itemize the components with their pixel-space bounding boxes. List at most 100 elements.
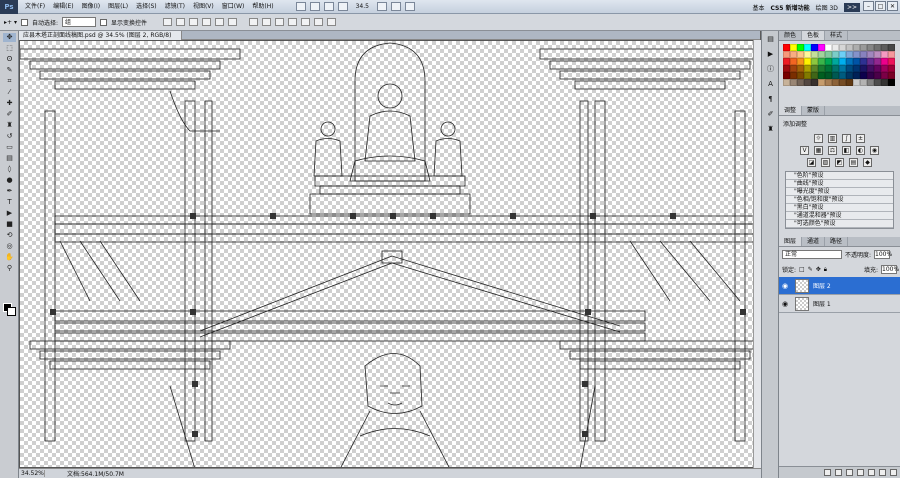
color-swatch[interactable]	[790, 51, 797, 58]
vertical-scrollbar[interactable]	[753, 40, 761, 468]
distribute-top-icon[interactable]	[249, 18, 259, 26]
3d-orbit-tool-icon[interactable]: ◎	[3, 242, 16, 251]
color-swatch[interactable]	[818, 79, 825, 86]
lock-transparent-icon[interactable]: □	[799, 266, 805, 273]
color-swatch[interactable]	[783, 79, 790, 86]
eye-icon[interactable]: ◉	[779, 282, 791, 290]
gradient-map-icon[interactable]: ▤	[849, 158, 858, 167]
menu-layer[interactable]: 图层(L)	[104, 0, 132, 14]
color-swatch[interactable]	[811, 65, 818, 72]
color-swatch[interactable]	[797, 51, 804, 58]
color-swatch[interactable]	[846, 51, 853, 58]
menu-image[interactable]: 图像(I)	[78, 0, 104, 14]
color-swatch[interactable]	[797, 44, 804, 51]
color-swatch[interactable]	[867, 51, 874, 58]
fill-input[interactable]: 100%	[881, 265, 899, 274]
color-swatch[interactable]	[811, 79, 818, 86]
color-swatch[interactable]	[811, 58, 818, 65]
history-brush-tool-icon[interactable]: ↺	[3, 132, 16, 141]
new-layer-icon[interactable]	[879, 469, 886, 476]
status-zoom[interactable]: 34.52%	[19, 470, 45, 477]
exposure-icon[interactable]: ±	[856, 134, 865, 143]
gradient-tool-icon[interactable]: ▤	[3, 154, 16, 163]
color-swatch[interactable]	[790, 72, 797, 79]
color-swatch[interactable]	[804, 65, 811, 72]
color-swatch[interactable]	[797, 58, 804, 65]
color-swatch[interactable]	[804, 58, 811, 65]
tab-swatches[interactable]: 色板	[802, 31, 826, 40]
color-swatch[interactable]	[881, 79, 888, 86]
blend-mode-dropdown[interactable]: 正常	[782, 250, 842, 259]
arrange-documents-icon[interactable]	[390, 2, 401, 11]
delete-layer-icon[interactable]	[890, 469, 897, 476]
color-swatch[interactable]	[853, 72, 860, 79]
clone-stamp-tool-icon[interactable]: ♜	[3, 121, 16, 130]
preset-hue-saturation[interactable]: "色相/饱和度"预设	[786, 196, 893, 204]
color-swatch[interactable]	[867, 65, 874, 72]
lock-move-icon[interactable]: ✥	[816, 266, 821, 273]
color-swatch[interactable]	[874, 44, 881, 51]
color-swatch[interactable]	[783, 65, 790, 72]
dodge-tool-icon[interactable]: ●	[3, 176, 16, 185]
preset-curves[interactable]: "曲线"预设	[786, 180, 893, 188]
menu-window[interactable]: 窗口(W)	[218, 0, 249, 14]
color-swatch[interactable]	[860, 51, 867, 58]
levels-icon[interactable]: ▥	[828, 134, 837, 143]
lock-all-icon[interactable]: 🔒︎	[824, 266, 827, 274]
color-swatch[interactable]	[860, 79, 867, 86]
hand-tool-icon-2[interactable]: ✋	[3, 253, 16, 262]
color-swatch[interactable]	[783, 51, 790, 58]
color-swatch[interactable]	[832, 58, 839, 65]
color-swatch[interactable]	[818, 58, 825, 65]
color-swatch[interactable]	[888, 51, 895, 58]
add-mask-icon[interactable]	[846, 469, 853, 476]
channel-mixer-icon[interactable]: ◉	[870, 146, 879, 155]
blur-tool-icon[interactable]: ◊	[3, 165, 16, 174]
color-swatch[interactable]	[853, 44, 860, 51]
threshold-icon[interactable]: ◩	[835, 158, 844, 167]
actions-panel-icon[interactable]: ▶	[765, 50, 776, 59]
color-swatch[interactable]	[888, 58, 895, 65]
hue-saturation-icon[interactable]: ▦	[814, 146, 823, 155]
brush-tool-icon[interactable]: ✐	[3, 110, 16, 119]
marquee-tool-icon[interactable]: ⬚	[3, 44, 16, 53]
new-adjustment-icon[interactable]	[857, 469, 864, 476]
align-vcenter-icon[interactable]	[176, 18, 186, 26]
launch-mini-bridge-icon[interactable]	[309, 2, 320, 11]
color-swatch[interactable]	[790, 65, 797, 72]
color-swatch[interactable]	[846, 79, 853, 86]
workspace-cs5-new[interactable]: CS5 新增功能	[770, 3, 809, 12]
color-swatch[interactable]	[811, 72, 818, 79]
show-transform-checkbox[interactable]	[100, 18, 107, 26]
color-swatch[interactable]	[881, 65, 888, 72]
move-tool-icon[interactable]: ✥	[3, 33, 16, 42]
color-swatch[interactable]	[783, 44, 790, 51]
align-top-icon[interactable]	[163, 18, 173, 26]
document-canvas[interactable]	[19, 40, 761, 468]
color-swatch[interactable]	[867, 72, 874, 79]
color-swatch[interactable]	[874, 72, 881, 79]
pen-tool-icon[interactable]: ✒	[3, 187, 16, 196]
3d-rotate-tool-icon[interactable]: ⟲	[3, 231, 16, 240]
menu-view[interactable]: 视图(V)	[189, 0, 218, 14]
auto-align-icon[interactable]	[327, 18, 337, 26]
color-swatch[interactable]	[804, 79, 811, 86]
path-select-tool-icon[interactable]: ▶	[3, 209, 16, 218]
color-swatch[interactable]	[811, 44, 818, 51]
color-swatch[interactable]	[832, 79, 839, 86]
align-bottom-icon[interactable]	[189, 18, 199, 26]
color-swatch[interactable]	[832, 44, 839, 51]
move-tool-preset-icon[interactable]: ▸+ ▾	[4, 19, 17, 26]
black-white-icon[interactable]: ◧	[842, 146, 851, 155]
eye-icon[interactable]: ◉	[779, 300, 791, 308]
tab-adjustments[interactable]: 调整	[779, 106, 803, 115]
color-swatch[interactable]	[797, 65, 804, 72]
color-swatch[interactable]	[804, 44, 811, 51]
close-icon[interactable]: ✕	[887, 1, 898, 11]
color-swatch[interactable]	[797, 72, 804, 79]
color-swatch[interactable]	[818, 44, 825, 51]
zoom-tool-icon-2[interactable]: ⚲	[3, 264, 16, 273]
preset-black-white[interactable]: "黑白"预设	[786, 204, 893, 212]
opacity-input[interactable]: 100%	[874, 250, 892, 259]
distribute-hcenter-icon[interactable]	[301, 18, 311, 26]
